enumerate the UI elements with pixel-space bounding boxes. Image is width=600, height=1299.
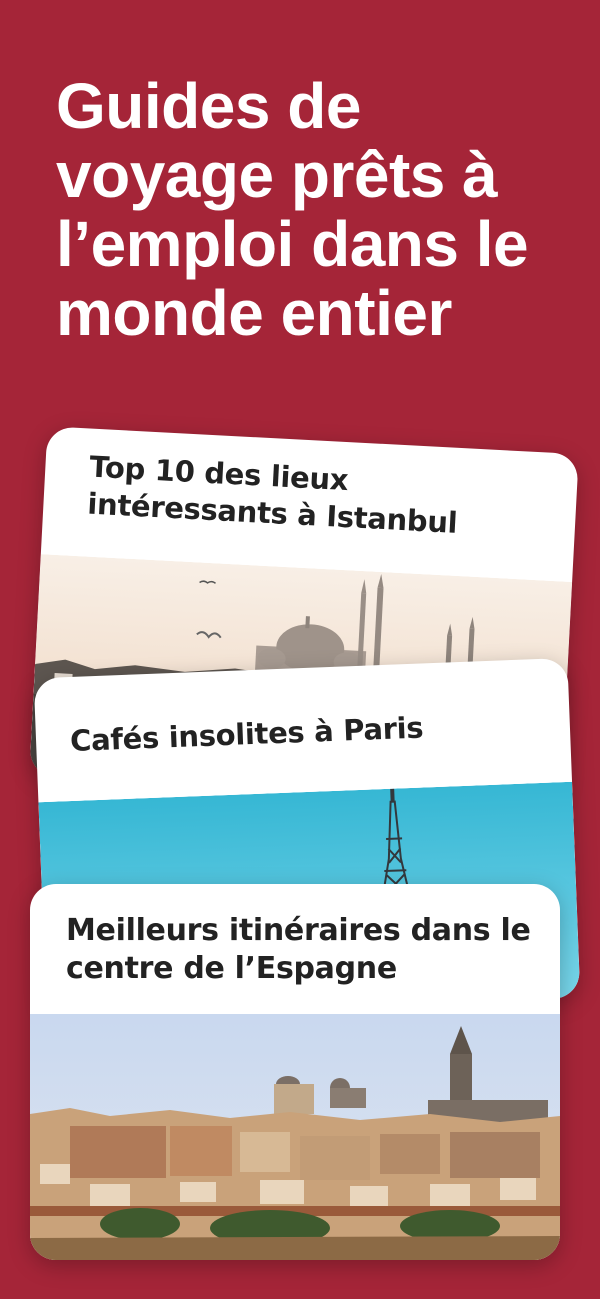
card-title: Meilleurs itinéraires dans le centre de … (66, 913, 531, 986)
guide-card-spain[interactable]: Meilleurs itinéraires dans le centre de … (30, 884, 560, 1260)
headline: Guides de voyage prêts à l’emploi dans l… (56, 70, 529, 349)
toledo-spain-photo (30, 1014, 560, 1260)
card-title: Cafés insolites à Paris (69, 710, 424, 759)
card-title: Top 10 des lieux intéressants à Istanbul (86, 449, 459, 540)
